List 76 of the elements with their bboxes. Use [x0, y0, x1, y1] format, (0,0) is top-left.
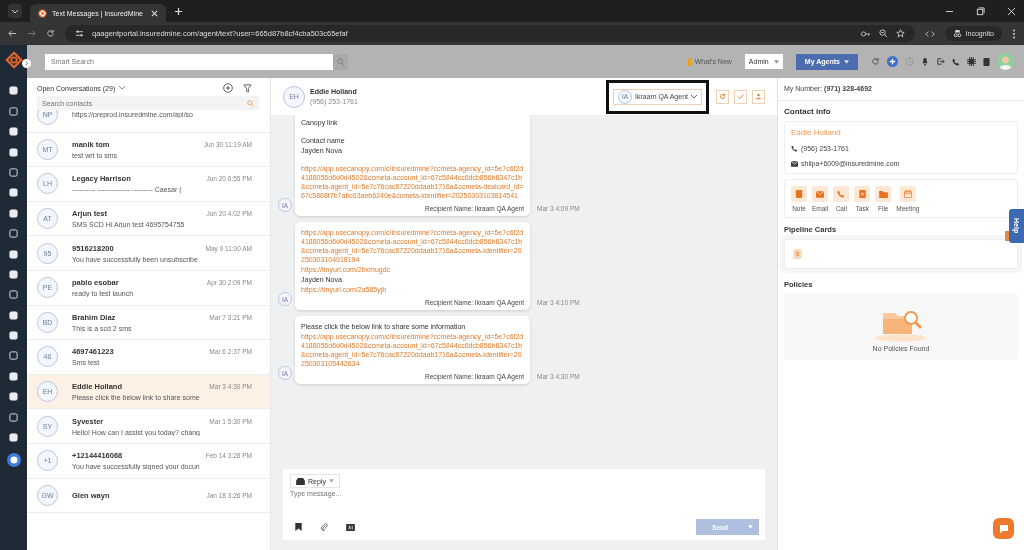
- nav-square-icon[interactable]: [9, 86, 18, 96]
- add-circle-icon[interactable]: [223, 83, 233, 93]
- refresh-icon: [719, 93, 726, 100]
- bookmark-icon[interactable]: [295, 523, 302, 531]
- add-icon[interactable]: [887, 56, 898, 67]
- nav-square-icon[interactable]: [9, 433, 18, 443]
- nav-square-icon[interactable]: [9, 249, 18, 259]
- person-icon: [755, 93, 762, 100]
- phone-icon[interactable]: [952, 57, 960, 66]
- tab-list-button[interactable]: [8, 4, 22, 18]
- nav-square-icon[interactable]: [9, 269, 18, 279]
- nav-square-icon[interactable]: [9, 351, 18, 361]
- hand-icon: [685, 57, 693, 66]
- nav-square-icon[interactable]: [9, 208, 18, 218]
- refresh-icon[interactable]: [871, 57, 880, 66]
- chevron-down-icon: [691, 94, 697, 99]
- ai-icon[interactable]: [346, 523, 355, 531]
- new-tab-icon[interactable]: [174, 6, 183, 16]
- caret-icon: [844, 59, 849, 64]
- nav-square-icon[interactable]: [9, 371, 18, 381]
- nav-square-icon[interactable]: [9, 229, 18, 239]
- code-icon[interactable]: [924, 29, 935, 38]
- clipboard-icon[interactable]: [983, 57, 990, 66]
- chevron-down-icon: [119, 86, 126, 90]
- check-icon: [737, 93, 744, 100]
- envelope-icon: [791, 160, 798, 167]
- close-icon[interactable]: [1007, 6, 1016, 16]
- filter-icon[interactable]: [243, 83, 252, 93]
- more-icon[interactable]: [1012, 28, 1016, 39]
- assign-button[interactable]: [752, 89, 765, 104]
- expand-icon[interactable]: [22, 59, 31, 68]
- nav-square-icon[interactable]: [9, 310, 18, 320]
- nav-square-icon[interactable]: [9, 188, 18, 198]
- nav-square-icon[interactable]: [9, 167, 18, 177]
- section-title: Contact info: [784, 107, 832, 116]
- search-icon: [247, 99, 254, 107]
- search-icon: [336, 57, 345, 66]
- phone-icon: [837, 190, 846, 198]
- restore-icon[interactable]: [976, 6, 985, 16]
- inbox-icon: [296, 477, 305, 485]
- chat-bubble-icon: [998, 523, 1009, 534]
- incognito-icon: [952, 29, 962, 38]
- forward-icon[interactable]: [27, 29, 36, 38]
- caret-icon: [773, 59, 779, 64]
- paperclip-icon[interactable]: [320, 523, 328, 531]
- back-icon[interactable]: [8, 29, 17, 38]
- nav-square-icon[interactable]: [9, 106, 18, 116]
- chevron-down-icon: [11, 7, 19, 15]
- caret-icon: [328, 479, 334, 483]
- logout-icon[interactable]: [936, 57, 945, 66]
- help-icon[interactable]: [6, 453, 21, 468]
- caret-icon: [748, 525, 753, 529]
- nav-square-icon[interactable]: [9, 392, 18, 402]
- chat-launcher-button[interactable]: [993, 518, 1014, 539]
- nav-square-icon[interactable]: [9, 147, 18, 157]
- logo-icon: [38, 8, 47, 18]
- nav-square-icon[interactable]: [9, 331, 18, 341]
- chip-icon[interactable]: [967, 57, 976, 66]
- logo-icon[interactable]: [4, 51, 23, 69]
- nav-square-icon[interactable]: [9, 290, 18, 300]
- close-icon[interactable]: [151, 9, 158, 17]
- nav-square-icon[interactable]: [9, 412, 18, 422]
- envelope-icon: [816, 190, 825, 198]
- reload-icon[interactable]: [46, 29, 55, 38]
- nav-square-icon[interactable]: [9, 127, 18, 137]
- site-settings-icon[interactable]: [75, 29, 84, 38]
- folder-icon: [878, 190, 888, 198]
- document-icon: [793, 249, 802, 259]
- key-icon[interactable]: [860, 29, 871, 38]
- phone-icon: [791, 145, 798, 152]
- star-icon[interactable]: [895, 29, 905, 38]
- note-icon: [795, 190, 803, 198]
- calendar-icon: [903, 190, 912, 198]
- zoom-icon[interactable]: [878, 29, 888, 38]
- clipboard-icon: [858, 190, 866, 198]
- bell-icon[interactable]: [921, 57, 929, 66]
